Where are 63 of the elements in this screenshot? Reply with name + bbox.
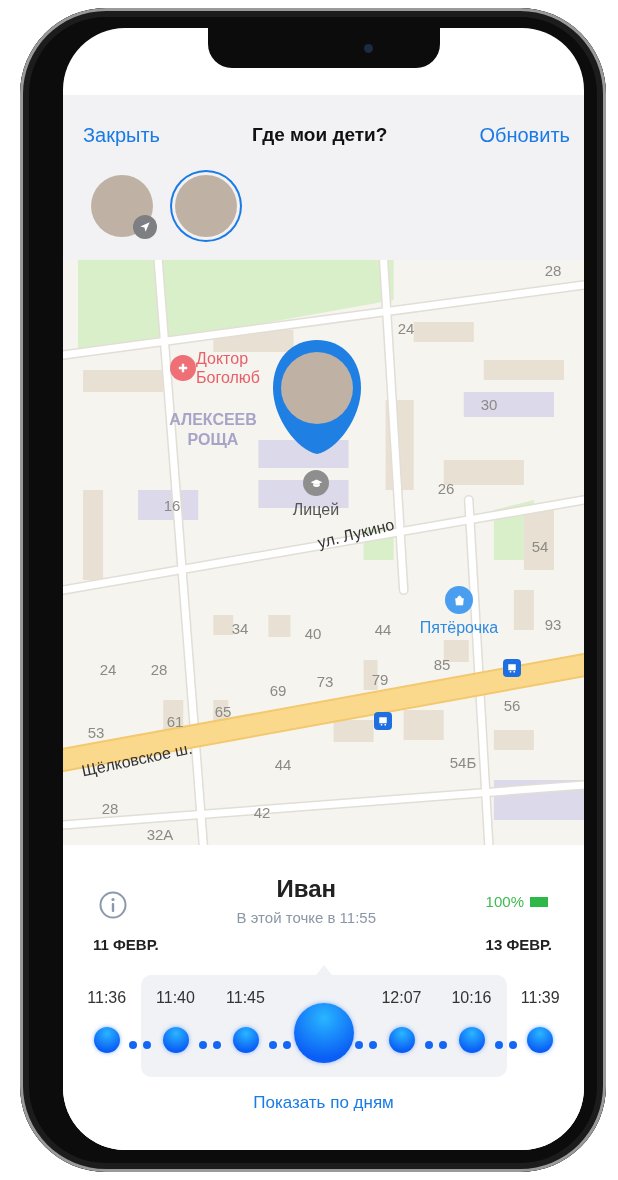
map-label: 85 [433, 655, 451, 673]
map-label: 54 [531, 537, 549, 555]
map-label: 26 [437, 479, 455, 497]
map-label: 53 [87, 723, 105, 741]
timeline-point[interactable] [458, 1027, 485, 1053]
map-label: 28 [544, 261, 562, 279]
child-name: Иван [276, 875, 337, 903]
map-label: 93 [544, 615, 562, 633]
point-time: 11:39 [520, 989, 560, 1008]
point-time: 10:16 [451, 989, 492, 1008]
map-label: 79 [371, 670, 389, 688]
battery-percent: 100% [485, 893, 524, 910]
map-label: 65 [214, 702, 232, 720]
map-label: 54Б [449, 753, 477, 771]
point-time: 11:36 [87, 989, 127, 1008]
timeline-point[interactable] [232, 1027, 259, 1053]
timeline-point[interactable] [527, 1027, 554, 1053]
screen-title: Где мои дети? [252, 124, 388, 146]
date-label: 13 ФЕВР. [485, 936, 552, 953]
point-time: 12:07 [381, 989, 422, 1008]
battery-icon [530, 896, 548, 907]
point-time: 11:45 [226, 989, 265, 1008]
map-label: Щёлковское ш. [80, 739, 194, 781]
point-time: 11:40 [156, 989, 195, 1008]
map-label: 16 [163, 496, 181, 514]
map-label: Пятёрочка [419, 619, 499, 637]
map-label: 24 [99, 660, 117, 678]
dotted-connector [198, 1041, 221, 1049]
bus-stop-icon[interactable] [503, 659, 521, 677]
map-label: 44 [374, 620, 392, 638]
map-label: 42 [253, 803, 271, 821]
map-label: АЛЕКСЕЕВ РОЩА [168, 410, 258, 450]
timeline-point[interactable] [388, 1027, 415, 1053]
map-label: 34 [231, 619, 249, 637]
close-button[interactable]: Закрыть [83, 123, 161, 147]
map-label: 28 [101, 799, 119, 817]
timeline-point[interactable] [293, 1003, 354, 1063]
camera-lens [364, 43, 373, 53]
info-icon[interactable] [99, 891, 127, 919]
timeline-point[interactable] [93, 1027, 120, 1053]
map-label: 32А [146, 825, 174, 843]
map-label: 28 [150, 660, 168, 678]
map-label: 24 [397, 319, 415, 337]
dotted-connector [424, 1041, 447, 1049]
map-label: 56 [503, 696, 521, 714]
date-label: 11 ФЕВР. [93, 936, 159, 953]
bus-stop-icon[interactable] [374, 712, 392, 730]
dotted-connector [354, 1041, 377, 1049]
map-label: 61 [166, 712, 184, 730]
map-label: 73 [316, 672, 334, 690]
map-label: 69 [269, 681, 287, 699]
location-time: В этой точке в 11:55 [236, 909, 376, 926]
map-label: 40 [304, 624, 322, 642]
photo-placeholder [281, 352, 353, 424]
show-by-days-link[interactable]: Показать по дням [253, 1093, 394, 1113]
timeline-point[interactable] [162, 1027, 189, 1053]
dotted-connector [494, 1041, 517, 1049]
map-label: Доктор Боголюб [196, 348, 261, 388]
map-label: 44 [274, 755, 292, 773]
location-marker[interactable] [271, 338, 363, 456]
map-label: 30 [480, 395, 498, 413]
dotted-connector [268, 1041, 291, 1049]
refresh-button[interactable]: Обновить [479, 123, 570, 147]
